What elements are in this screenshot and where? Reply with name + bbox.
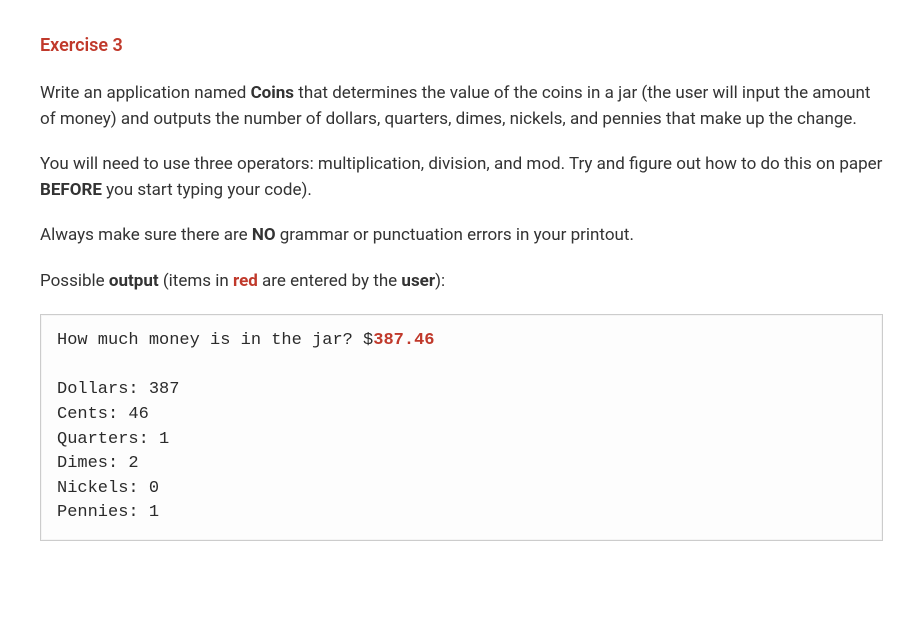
- output-user-input: 387.46: [373, 331, 434, 350]
- p3-seg1: Always make sure there are: [40, 225, 252, 245]
- p4-seg1: Possible: [40, 271, 109, 291]
- p4-seg3: are entered by the: [258, 271, 402, 291]
- output-box: How much money is in the jar? $387.46 Do…: [40, 314, 883, 541]
- exercise-title: Exercise 3: [40, 32, 883, 59]
- p3-bold-no: NO: [252, 225, 276, 245]
- p2-seg1: You will need to use three operators: mu…: [40, 154, 882, 174]
- output-quarters: Quarters: 1: [57, 428, 866, 453]
- p1-bold-coins: Coins: [251, 83, 294, 103]
- output-prompt: How much money is in the jar? $: [57, 331, 373, 350]
- p4-bold-user: user: [401, 271, 435, 291]
- output-prompt-line: How much money is in the jar? $387.46: [57, 329, 866, 354]
- paragraph-2: You will need to use three operators: mu…: [40, 152, 883, 203]
- paragraph-4: Possible output (items in red are entere…: [40, 269, 883, 295]
- p1-seg1: Write an application named: [40, 83, 251, 103]
- p4-seg2: (items in: [159, 271, 233, 291]
- p3-seg2: grammar or punctuation errors in your pr…: [276, 225, 634, 245]
- output-dimes: Dimes: 2: [57, 452, 866, 477]
- output-cents: Cents: 46: [57, 403, 866, 428]
- p4-bold-output: output: [109, 271, 159, 291]
- output-pennies: Pennies: 1: [57, 501, 866, 526]
- output-dollars: Dollars: 387: [57, 378, 866, 403]
- p4-seg4: ):: [435, 271, 445, 291]
- p2-bold-before: BEFORE: [40, 180, 102, 200]
- output-nickels: Nickels: 0: [57, 477, 866, 502]
- output-blank-line: [57, 354, 866, 379]
- paragraph-3: Always make sure there are NO grammar or…: [40, 223, 883, 249]
- p2-seg2: you start typing your code).: [102, 180, 312, 200]
- p4-red: red: [233, 271, 258, 291]
- paragraph-1: Write an application named Coins that de…: [40, 81, 883, 132]
